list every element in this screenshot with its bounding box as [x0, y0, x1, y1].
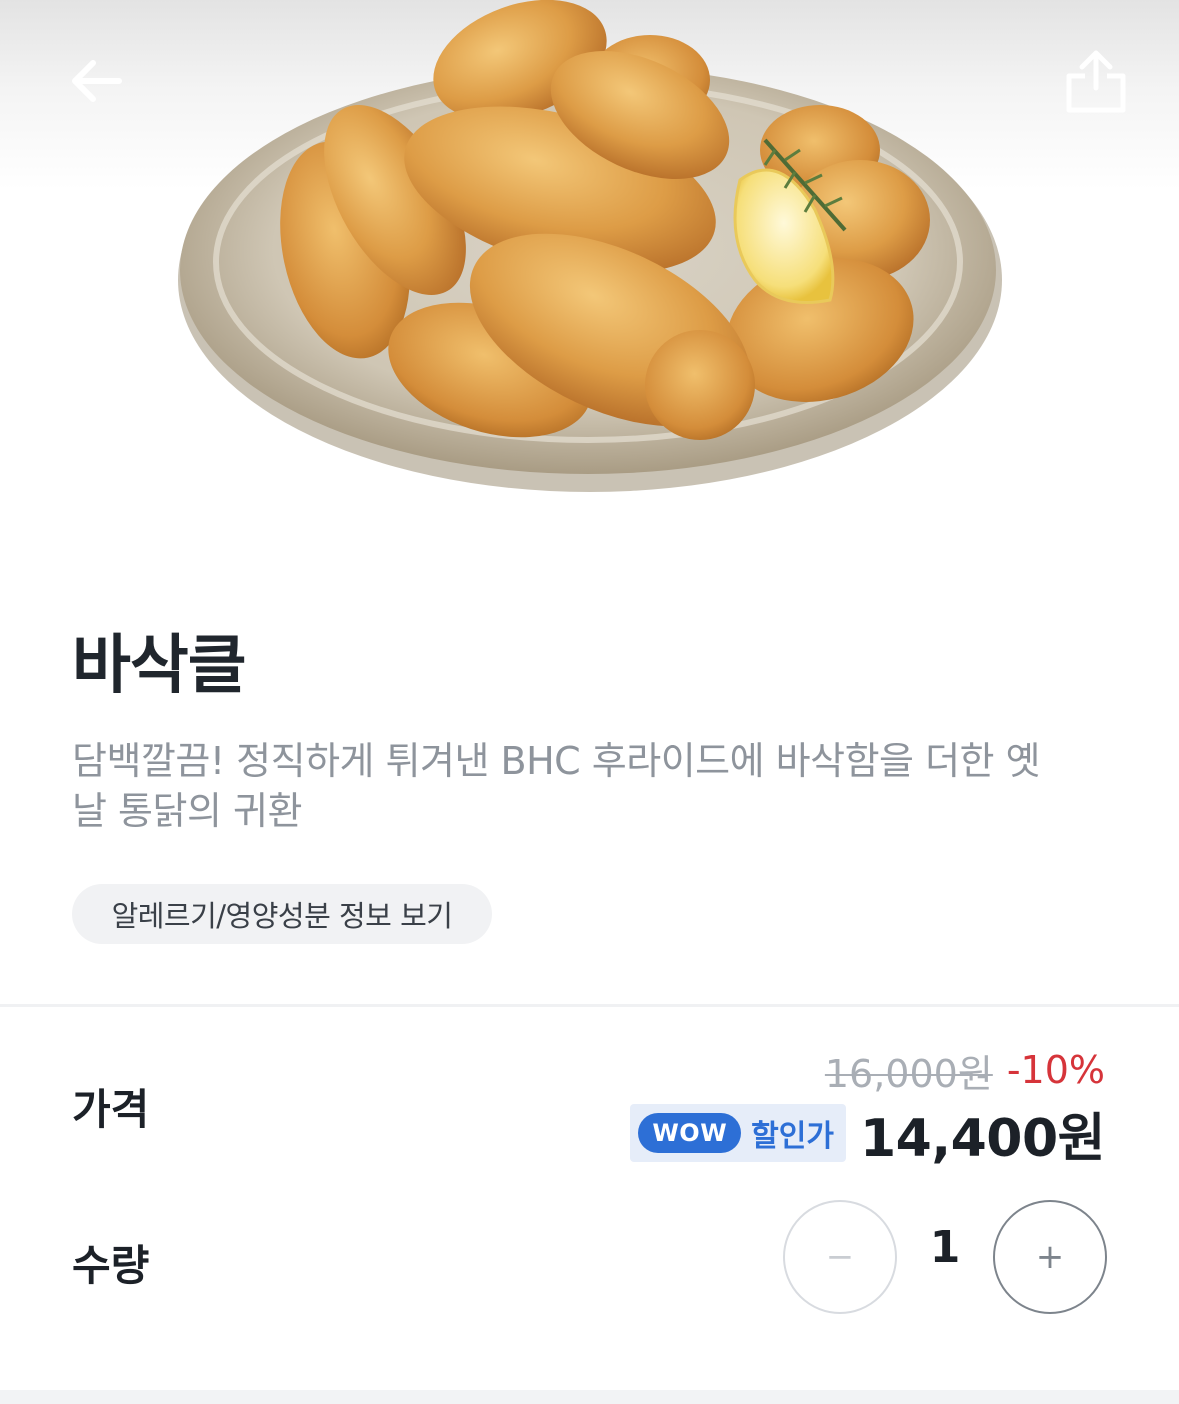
share-icon: [1066, 50, 1126, 113]
sale-price-line: WOW 할인가 14,400원: [630, 1100, 1106, 1169]
sale-price: 14,400원: [859, 1108, 1106, 1169]
share-button[interactable]: [1050, 36, 1142, 126]
quantity-decrease-button[interactable]: −: [783, 1200, 897, 1314]
quantity-value: 1: [929, 1222, 961, 1273]
price-label: 가격: [72, 1085, 150, 1134]
back-button[interactable]: [54, 44, 138, 118]
wow-discount-label: 할인가: [751, 1119, 834, 1154]
quantity-increase-button[interactable]: +: [993, 1200, 1107, 1314]
discount-rate: -10%: [1006, 1048, 1105, 1092]
wow-discount-badge: WOW 할인가: [630, 1104, 846, 1162]
original-price: 16,000원: [824, 1051, 993, 1096]
arrow-left-icon: [72, 60, 122, 102]
bottom-section-edge: [0, 1390, 1179, 1404]
wow-pill: WOW: [638, 1113, 742, 1153]
product-hero: [0, 0, 1179, 560]
allergy-nutrition-button[interactable]: 알레르기/영양성분 정보 보기: [72, 884, 492, 944]
quantity-label: 수량: [72, 1241, 150, 1290]
product-name: 바삭클: [72, 629, 247, 703]
product-image: [178, 0, 1002, 492]
section-divider: [0, 1004, 1179, 1007]
original-price-line: 16,000원 -10%: [825, 1044, 1105, 1096]
minus-icon: −: [825, 1237, 855, 1277]
plus-icon: +: [1035, 1237, 1065, 1277]
product-detail-page: 바삭클 담백깔끔! 정직하게 튀겨낸 BHC 후라이드에 바삭함을 더한 옛날 …: [0, 0, 1179, 1404]
product-description: 담백깔끔! 정직하게 튀겨낸 BHC 후라이드에 바삭함을 더한 옛날 통닭의 …: [72, 739, 1041, 833]
